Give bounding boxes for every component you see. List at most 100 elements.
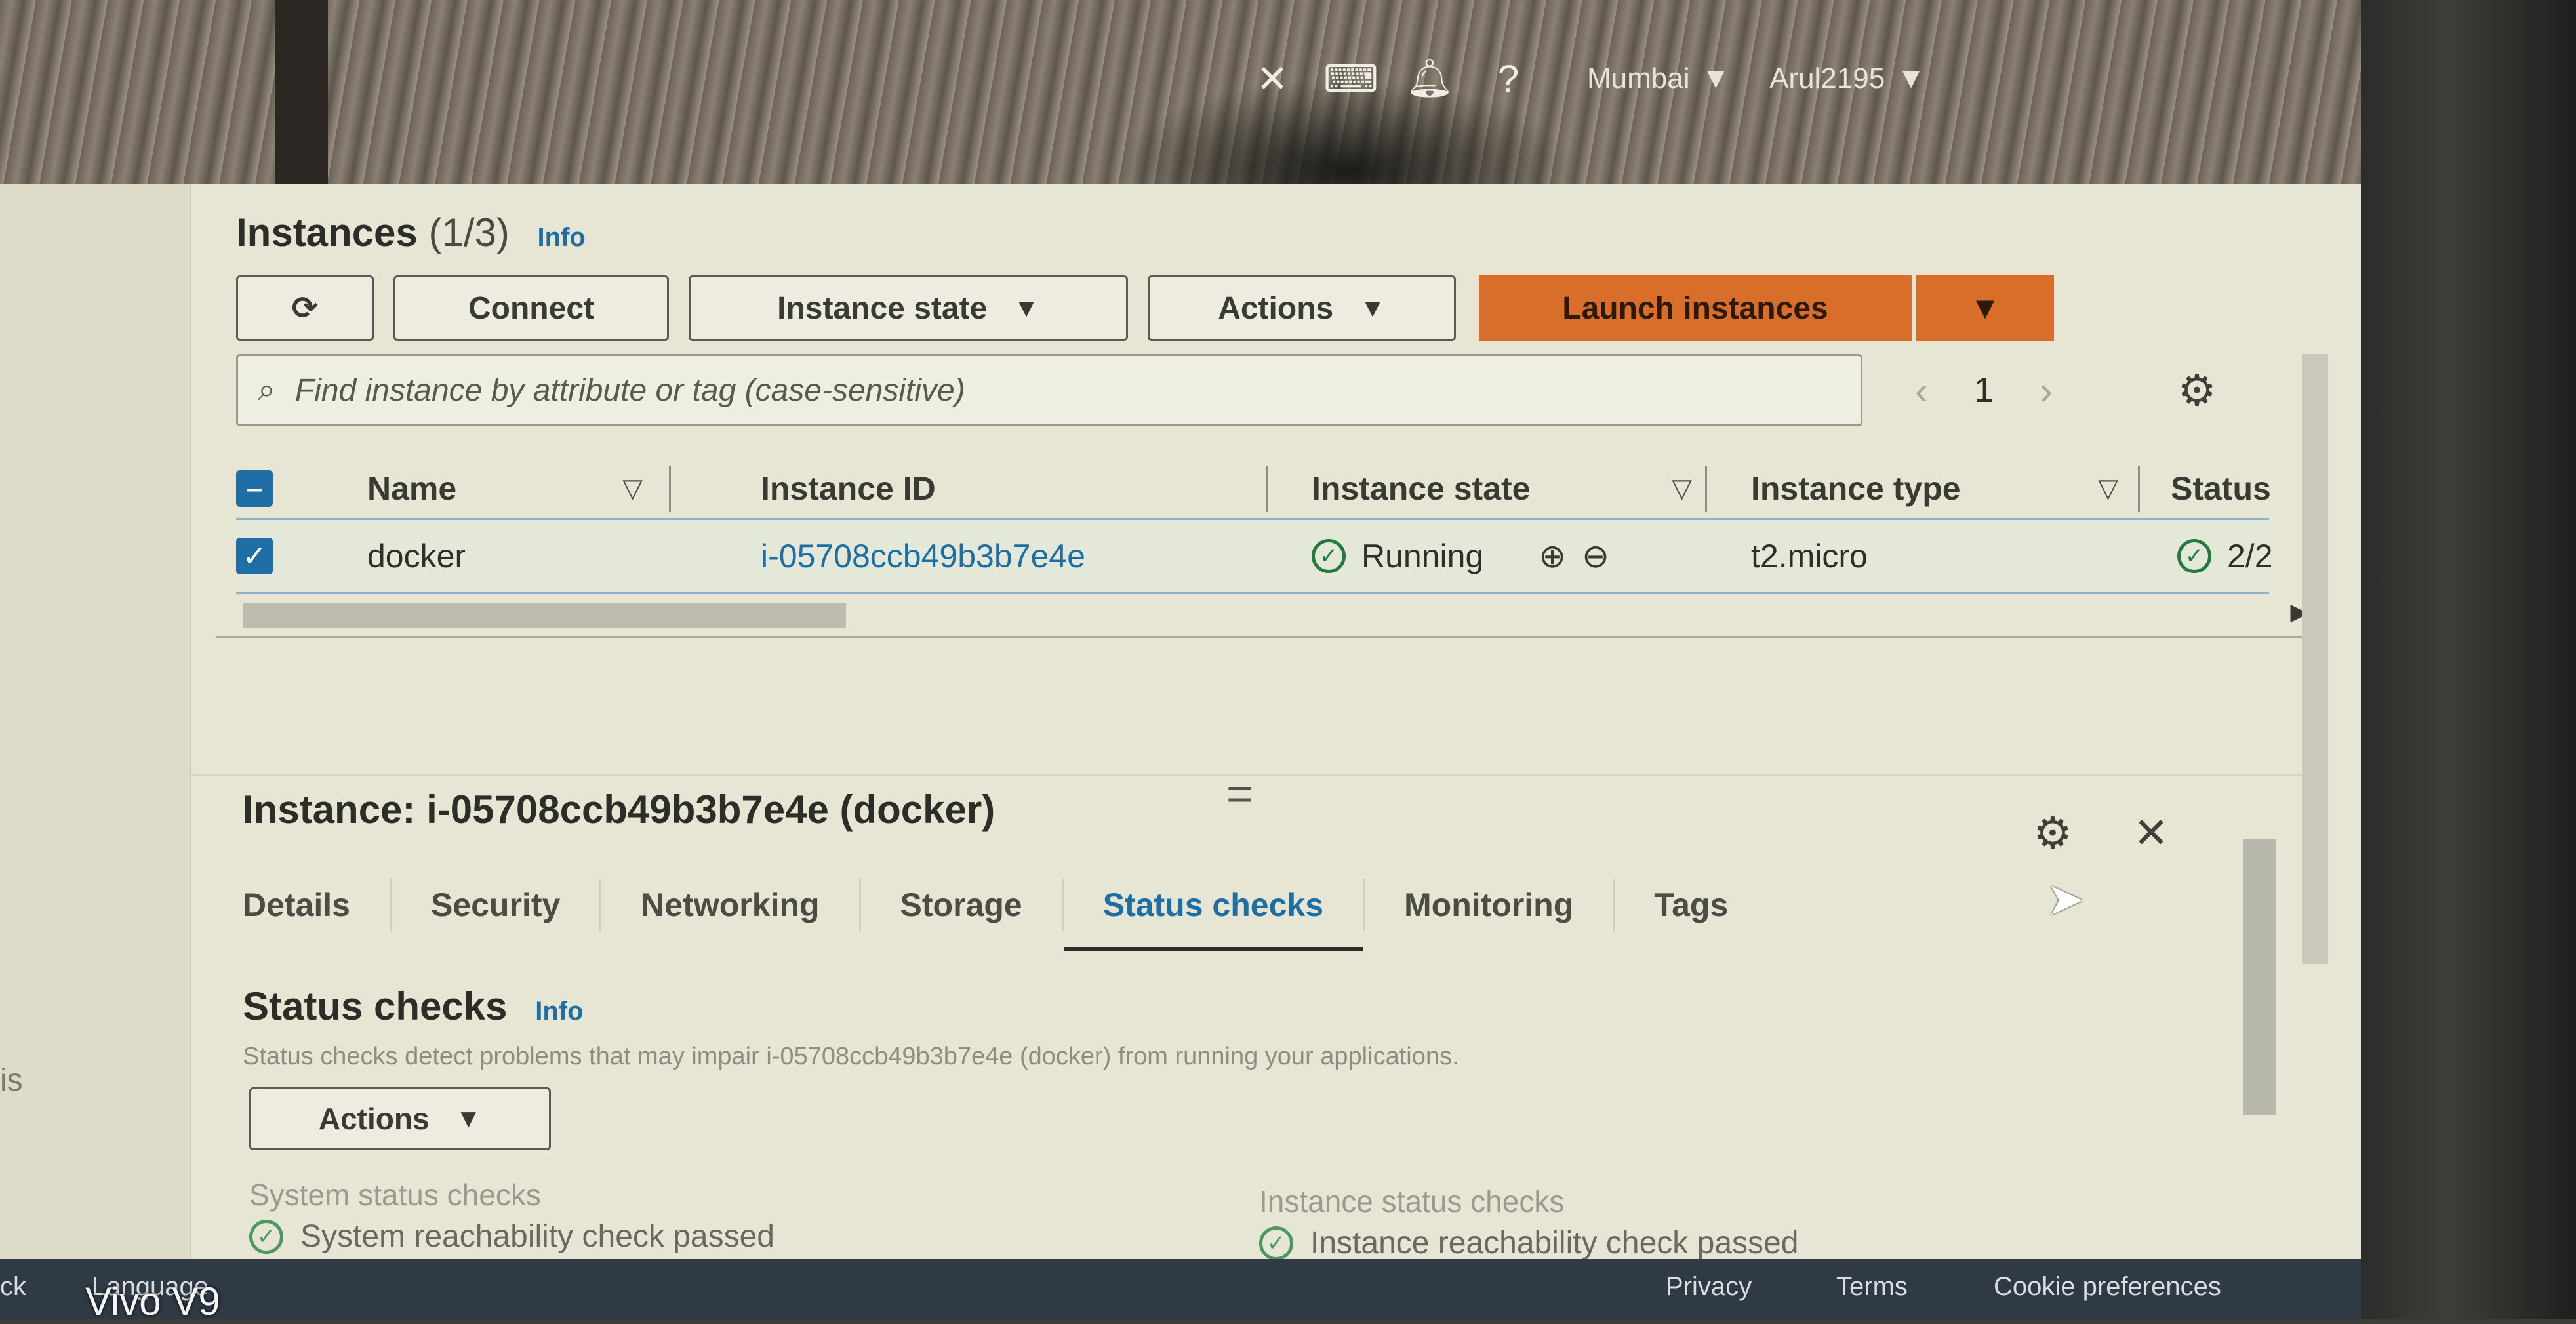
account-label: Arul2195 [1769, 62, 1885, 94]
table-header: – Name ▽ Instance ID Instance state ▽ In… [236, 452, 2271, 525]
refresh-icon: ⟳ [291, 291, 319, 326]
check-circle-icon: ✓ [2177, 539, 2211, 573]
filter-icon[interactable]: ▽ [622, 473, 643, 504]
minus-icon: – [236, 470, 273, 507]
info-link[interactable]: Info [535, 997, 583, 1026]
region-label: Mumbai [1587, 62, 1690, 94]
launch-instances-button[interactable]: Launch instances [1479, 275, 1912, 341]
launch-options-button[interactable]: ▼ [1916, 275, 2054, 341]
instance-check-result: ✓ Instance reachability check passed [1259, 1225, 1798, 1261]
instance-id-link[interactable]: i-05708ccb49b3b7e4e [761, 537, 1085, 575]
edge-text: is [0, 1063, 23, 1098]
column-divider[interactable] [1705, 466, 1707, 512]
page-title: Instances (1/3) Info [236, 210, 586, 255]
actions-label: Actions [318, 1102, 430, 1136]
column-instance-id[interactable]: Instance ID [761, 470, 936, 508]
horizontal-scrollbar[interactable]: ▶ [216, 597, 2315, 638]
info-link[interactable]: Info [538, 223, 586, 252]
check-circle-icon: ✓ [249, 1219, 283, 1254]
region-selector[interactable]: Mumbai ▼ [1587, 62, 1730, 95]
vertical-scrollbar[interactable] [2302, 354, 2328, 964]
status-checks-description: Status checks detect problems that may i… [243, 1043, 1459, 1070]
search-input[interactable]: ⌕ Find instance by attribute or tag (cas… [236, 354, 1862, 426]
tab-details[interactable]: Details [243, 879, 392, 931]
privacy-link[interactable]: Privacy [1666, 1272, 1752, 1302]
connect-button[interactable]: Connect [393, 275, 669, 341]
page-number[interactable]: 1 [1974, 370, 1994, 411]
cell-status: ✓ 2/2 [2177, 537, 2273, 575]
checkmark-icon: ✓ [236, 538, 273, 574]
search-placeholder: Find instance by attribute or tag (case-… [294, 372, 965, 408]
column-divider[interactable] [2138, 466, 2140, 512]
gear-icon[interactable]: ⚙ [2171, 364, 2223, 416]
status-actions-dropdown[interactable]: Actions ▼ [249, 1087, 551, 1150]
tab-storage[interactable]: Storage [861, 879, 1064, 931]
chevron-right-icon[interactable]: › [2040, 368, 2053, 413]
system-check-result: ✓ System reachability check passed [249, 1218, 775, 1254]
detail-tabs: Details Security Networking Storage Stat… [243, 879, 2210, 951]
zoom-out-icon[interactable]: ⊖ [1582, 537, 1609, 575]
column-instance-state[interactable]: Instance state ▽ [1312, 470, 1692, 508]
column-label: Status [2171, 470, 2271, 507]
caret-down-icon: ▼ [1013, 293, 1039, 323]
cell-type: t2.micro [1751, 538, 1868, 574]
actions-dropdown[interactable]: Actions ▼ [1148, 275, 1456, 341]
cell-state: ✓ Running ⊕ ⊖ [1312, 537, 1609, 575]
refresh-button[interactable]: ⟳ [236, 275, 374, 341]
terms-link[interactable]: Terms [1836, 1272, 1908, 1302]
tab-security[interactable]: Security [392, 879, 602, 931]
instance-state-dropdown[interactable]: Instance state ▼ [689, 275, 1128, 341]
tab-networking[interactable]: Networking [601, 879, 861, 931]
detail-scrollbar[interactable] [2243, 793, 2276, 1253]
chevron-down-icon: ▼ [1897, 62, 1925, 94]
column-label: Instance ID [761, 470, 936, 507]
instances-title: Instances [236, 211, 418, 254]
close-icon[interactable]: ✕ [1233, 39, 1312, 118]
launch-label: Launch instances [1562, 291, 1828, 326]
caret-down-icon: ▼ [455, 1104, 482, 1133]
chevron-down-icon: ▼ [1701, 62, 1731, 94]
pagination: ‹ 1 › [1915, 354, 2053, 426]
aws-top-navigation: ✕ ⌨ 🔔︎ ? Mumbai ▼ Arul2195 ▼ [1233, 39, 2361, 118]
tab-monitoring[interactable]: Monitoring [1365, 879, 1615, 931]
column-divider[interactable] [1266, 466, 1268, 512]
instances-count: (1/3) [428, 211, 510, 254]
status-checks-title: Status checks [243, 984, 508, 1028]
cell-name: docker [367, 538, 466, 574]
column-name[interactable]: Name ▽ [367, 470, 643, 508]
row-checkbox[interactable]: ✓ [236, 538, 273, 574]
tab-tags[interactable]: Tags [1615, 879, 1767, 931]
column-instance-type[interactable]: Instance type ▽ [1751, 470, 2118, 508]
help-icon[interactable]: ? [1469, 39, 1548, 118]
gear-icon[interactable]: ⚙ [2026, 807, 2079, 859]
instances-panel: Instances (1/3) Info ⟳ Connect Instance … [190, 190, 2328, 1261]
caret-down-icon: ▼ [1359, 293, 1386, 323]
filter-icon[interactable]: ▽ [1672, 473, 1692, 504]
close-icon[interactable]: ✕ [2125, 807, 2177, 859]
scrollbar-thumb[interactable] [243, 603, 846, 628]
filter-icon[interactable]: ▽ [2098, 473, 2118, 504]
drag-handle-icon[interactable]: = [1226, 767, 1253, 820]
state-label: Running [1361, 538, 1484, 574]
zoom-in-icon[interactable]: ⊕ [1539, 537, 1566, 575]
column-label: Instance type [1751, 470, 1961, 507]
instance-result-text: Instance reachability check passed [1310, 1226, 1799, 1260]
cloudshell-icon[interactable]: ⌨ [1312, 39, 1390, 118]
table-row[interactable]: ✓ docker i-05708ccb49b3b7e4e ✓ Running ⊕… [236, 518, 2273, 594]
left-navigation-collapsed: is [0, 184, 191, 1259]
scrollbar-thumb[interactable] [2243, 839, 2276, 1115]
account-menu[interactable]: Arul2195 ▼ [1769, 62, 1925, 95]
tab-status-checks[interactable]: Status checks [1063, 879, 1365, 951]
chevron-left-icon[interactable]: ‹ [1915, 368, 1928, 413]
select-all-checkbox[interactable]: – [236, 470, 273, 507]
cookie-preferences-link[interactable]: Cookie preferences [1994, 1272, 2221, 1302]
column-status[interactable]: Status [2171, 470, 2271, 508]
console-footer: ck Language Privacy Terms Cookie prefere… [0, 1259, 2361, 1319]
actions-label: Actions [1218, 291, 1334, 326]
bell-icon[interactable]: 🔔︎ [1390, 39, 1469, 118]
camera-watermark: Vivo V9 [85, 1279, 220, 1323]
system-result-text: System reachability check passed [300, 1219, 775, 1254]
monitor-bezel [2361, 0, 2576, 1319]
status-value: 2/2 [2227, 538, 2273, 574]
column-divider[interactable] [669, 466, 671, 512]
